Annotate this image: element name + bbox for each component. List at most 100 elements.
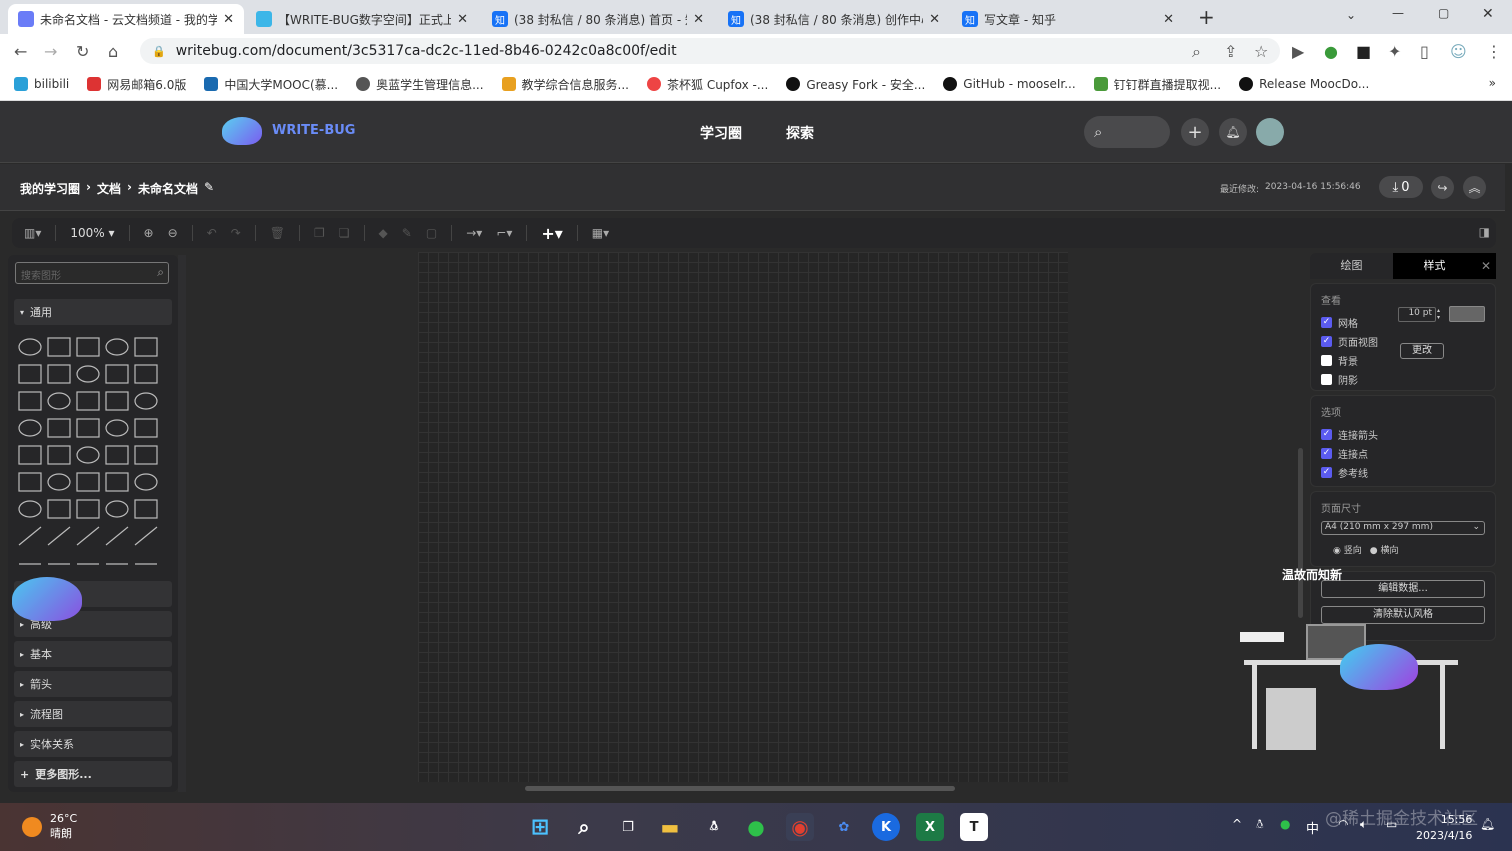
insert-icon[interactable]: +▾ [541, 224, 562, 243]
shape-item[interactable] [18, 526, 42, 546]
share-button[interactable]: ↪ [1431, 176, 1454, 199]
shape-item[interactable] [105, 338, 129, 356]
tab-search-icon[interactable]: ⌄ [1346, 8, 1356, 22]
shape-item[interactable] [47, 364, 71, 384]
add-button[interactable]: + [1181, 118, 1209, 146]
bookmark[interactable]: 钉钉群直播提取视... [1093, 76, 1221, 93]
shape-item[interactable] [134, 526, 158, 546]
waypoint-style-icon[interactable]: ⌐▾ [496, 226, 512, 240]
category-arrows[interactable]: ▸ 箭头 [14, 671, 172, 697]
browser-tab[interactable]: 知(38 封私信 / 80 条消息) 首页 - 知乎✕ [482, 4, 714, 34]
close-tab-icon[interactable]: ✕ [223, 12, 234, 27]
shape-item[interactable] [105, 526, 129, 546]
kugou-icon[interactable]: K [872, 813, 900, 841]
browser-tab[interactable]: 【WRITE-BUG数字空间】正式上线 ✕ [246, 4, 478, 34]
delete-icon[interactable]: 🗑︎ [270, 226, 285, 240]
grid-size-input[interactable]: 10 pt [1398, 307, 1436, 322]
shape-item[interactable] [134, 418, 158, 438]
chrome-icon[interactable]: ◉ [786, 813, 814, 841]
fullscreen-panel-icon[interactable]: ◨ [1479, 225, 1490, 239]
file-explorer-icon[interactable]: ▬ [656, 813, 684, 841]
shape-item[interactable] [47, 337, 71, 357]
close-tab-icon[interactable]: ✕ [929, 12, 940, 27]
undo-icon[interactable]: ↶ [207, 226, 217, 240]
shape-item[interactable] [134, 473, 158, 491]
extension-icon[interactable]: ■ [1356, 42, 1371, 61]
close-tab-icon[interactable]: ✕ [1163, 12, 1174, 27]
to-front-icon[interactable]: ❐ [314, 226, 325, 240]
shape-item[interactable] [47, 473, 71, 491]
bookmark[interactable]: Greasy Fork - 安全... [786, 76, 925, 93]
bookmark[interactable]: 中国大学MOOC(慕... [204, 76, 338, 93]
url-input[interactable]: 🔒 writebug.com/document/3c5317ca-dc2c-11e… [140, 38, 1280, 64]
shape-item[interactable] [47, 499, 71, 519]
shape-item[interactable] [134, 445, 158, 465]
to-back-icon[interactable]: ❏ [339, 226, 350, 240]
shape-item[interactable] [105, 500, 129, 518]
bookmark[interactable]: 茶杯狐 Cupfox -... [647, 76, 768, 93]
category-flowchart[interactable]: ▸ 流程图 [14, 701, 172, 727]
side-panel-icon[interactable]: ▯ [1420, 42, 1429, 61]
browser-tab[interactable]: 知写文章 - 知乎 ✕ [952, 4, 1184, 34]
excel-icon[interactable]: X [916, 813, 944, 841]
bookmark[interactable]: 奥蓝学生管理信息... [356, 76, 484, 93]
line-color-icon[interactable]: ✎ [402, 226, 412, 240]
shape-item[interactable] [18, 445, 42, 465]
show-hidden-icons[interactable]: ^ [1232, 817, 1242, 831]
weather-widget[interactable]: 26°C 晴朗 [50, 811, 77, 841]
zoom-select[interactable]: 100% ▾ [70, 226, 114, 240]
user-avatar[interactable] [1256, 118, 1284, 146]
shape-item[interactable] [105, 472, 129, 492]
shape-item[interactable] [47, 418, 71, 438]
shadow-icon[interactable]: ▢ [426, 226, 437, 240]
zoom-in-icon[interactable]: ⊕ [144, 226, 154, 240]
edit-title-icon[interactable]: ✎ [204, 180, 214, 197]
shape-item[interactable] [18, 500, 42, 518]
nav-explore[interactable]: 探索 [786, 123, 814, 143]
category-entity-relation[interactable]: ▸ 实体关系 [14, 731, 172, 757]
radio-portrait[interactable]: ◉ 竖向 [1333, 543, 1362, 556]
shape-item[interactable] [18, 391, 42, 411]
maximize-icon[interactable]: ▢ [1438, 6, 1449, 20]
shape-item[interactable] [134, 499, 158, 519]
horizontal-scrollbar[interactable] [525, 786, 955, 791]
shape-item[interactable] [76, 472, 100, 492]
change-background-button[interactable]: 更改 [1400, 343, 1444, 359]
shape-item[interactable] [18, 472, 42, 492]
shape-item[interactable] [18, 419, 42, 437]
back-icon[interactable]: ← [14, 42, 27, 61]
panel-resize-handle[interactable] [178, 255, 186, 792]
fill-color-icon[interactable]: ◆ [379, 226, 388, 240]
shape-item[interactable] [76, 365, 100, 383]
format-panel-toggle-icon[interactable]: ▥▾ [24, 226, 41, 240]
close-tab-icon[interactable]: ✕ [693, 12, 704, 27]
shape-item[interactable] [105, 391, 129, 411]
zoom-out-icon[interactable]: ⊖ [168, 226, 178, 240]
table-icon[interactable]: ▦▾ [592, 226, 609, 240]
bookmark[interactable]: Release MoocDo... [1239, 77, 1369, 91]
shape-item[interactable] [76, 526, 100, 546]
shape-item[interactable] [134, 364, 158, 384]
app-icon[interactable]: ✿ [830, 813, 858, 841]
close-window-icon[interactable]: ✕ [1482, 6, 1494, 22]
notification-bell-icon[interactable]: 🔔︎ [1219, 118, 1247, 146]
shape-item[interactable] [76, 391, 100, 411]
browser-tab[interactable]: 未命名文档 - 云文档频道 - 我的学习圈✕ [8, 4, 244, 34]
share-icon[interactable]: ⇪ [1224, 42, 1237, 61]
qq-icon[interactable]: 🐧︎ [700, 813, 728, 841]
bookmark[interactable]: GitHub - mooseIr... [943, 77, 1076, 91]
notifications-icon[interactable]: 🔔︎ [1480, 817, 1495, 831]
download-button[interactable]: ⤓ 0 [1379, 176, 1423, 198]
extension-globe-icon[interactable]: ● [1324, 42, 1338, 61]
shape-item[interactable] [47, 445, 71, 465]
wechat-tray-icon[interactable]: ● [1280, 817, 1290, 831]
grid-color-swatch[interactable] [1449, 306, 1485, 322]
shape-item[interactable] [76, 337, 100, 357]
edit-data-button[interactable]: 编辑数据... [1321, 580, 1485, 598]
view_items-checkbox[interactable]: 阴影 [1321, 370, 1485, 389]
grid-size-stepper[interactable]: ▴ ▾ [1437, 307, 1440, 321]
page-size-select[interactable]: A4 (210 mm x 297 mm) ⌄ [1321, 521, 1485, 535]
tab-diagram[interactable]: 绘图 [1310, 253, 1393, 279]
bookmark[interactable]: bilibili [14, 77, 69, 91]
options-checkbox[interactable]: ✓ 连接点 [1321, 444, 1485, 463]
